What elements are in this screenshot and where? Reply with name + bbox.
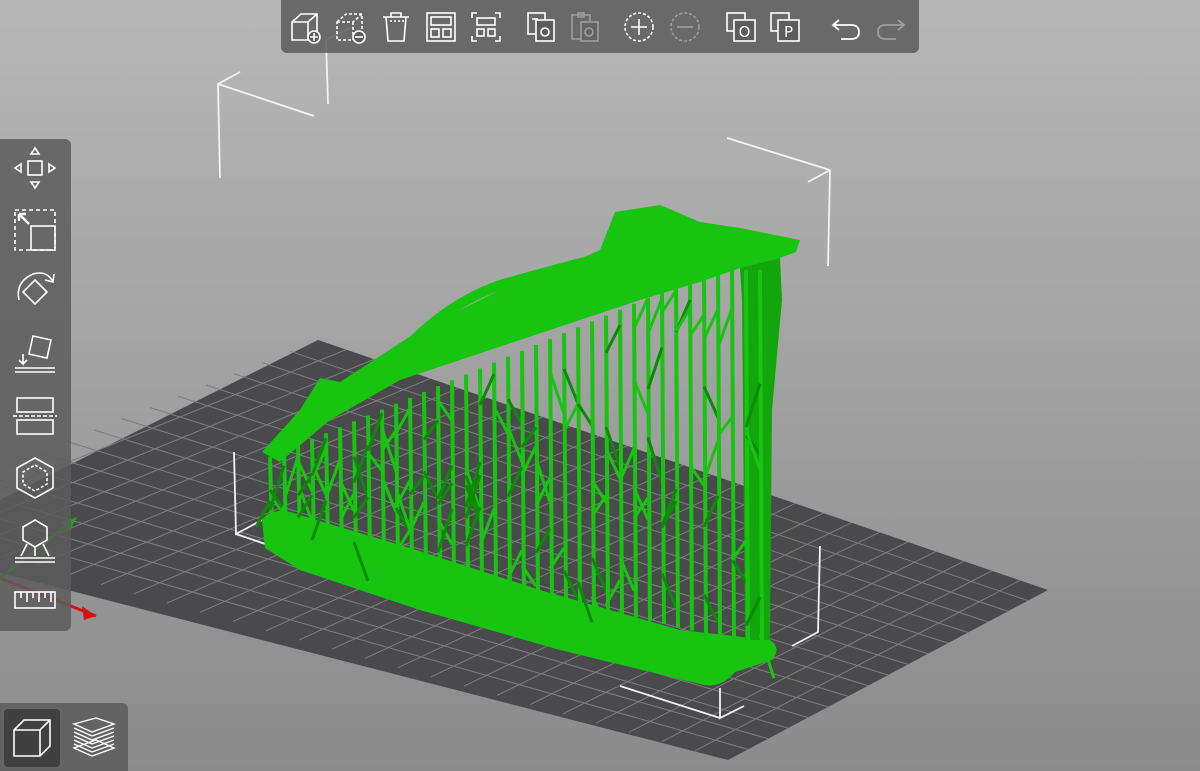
support-pillar xyxy=(674,286,680,628)
paste-button[interactable] xyxy=(567,9,603,45)
sla-support-points-tool-button[interactable] xyxy=(10,515,60,565)
view-toolbar xyxy=(0,703,128,771)
move-tool-button[interactable] xyxy=(10,143,60,193)
sla-support-points-icon xyxy=(15,519,55,563)
place-on-face-tool-button[interactable] xyxy=(10,329,60,379)
left-toolbar xyxy=(0,139,71,631)
arrange-button[interactable] xyxy=(423,9,459,45)
support-pillar xyxy=(758,269,764,648)
arrange-selection-icon xyxy=(471,12,501,42)
support-brace xyxy=(632,297,650,330)
split-objects-icon: O xyxy=(726,12,756,42)
support-pillar xyxy=(604,315,610,611)
support-pillar xyxy=(702,274,708,634)
move-icon xyxy=(13,146,57,190)
support-pillar xyxy=(422,391,428,569)
top-toolbar: O P xyxy=(281,0,919,53)
rotate-icon xyxy=(17,272,55,306)
rotate-tool-button[interactable] xyxy=(10,267,60,317)
split-parts-button[interactable]: P xyxy=(767,9,803,45)
add-button[interactable] xyxy=(288,9,324,45)
support-pillar xyxy=(618,309,624,615)
support-pillar xyxy=(450,380,456,575)
redo-icon xyxy=(877,19,906,40)
support-pillar xyxy=(492,362,498,585)
support-pillar xyxy=(632,303,638,618)
undo-icon xyxy=(831,19,860,40)
support-pillar xyxy=(716,269,722,638)
layers-preview-icon xyxy=(71,717,117,757)
support-pillar xyxy=(576,327,582,605)
delete-all-button[interactable] xyxy=(378,9,414,45)
support-brace xyxy=(660,289,678,313)
measure-icon xyxy=(14,591,56,609)
scale-icon xyxy=(14,209,56,251)
x-axis-arrowhead xyxy=(82,606,96,620)
support-pillar xyxy=(506,356,512,588)
3d-view-button[interactable] xyxy=(4,709,60,767)
preview-button[interactable] xyxy=(66,709,122,767)
support-pillar xyxy=(730,269,736,641)
remove-instance-button[interactable] xyxy=(667,9,703,45)
scale-tool-button[interactable] xyxy=(10,205,60,255)
delete-object-icon xyxy=(336,13,366,44)
add-object-icon xyxy=(291,13,321,44)
support-pillar xyxy=(534,344,540,595)
delete-button[interactable] xyxy=(333,9,369,45)
support-pillar xyxy=(338,427,344,549)
support-pillar xyxy=(310,438,316,542)
place-on-face-icon xyxy=(15,335,55,373)
remove-instance-icon xyxy=(670,12,700,42)
add-instance-icon xyxy=(624,12,654,42)
copy-icon xyxy=(527,12,555,42)
hollow-tool-button[interactable] xyxy=(10,453,60,503)
add-instance-button[interactable] xyxy=(621,9,657,45)
cube-view-icon xyxy=(13,719,51,757)
redo-button[interactable] xyxy=(873,9,909,45)
split-objects-button[interactable]: O xyxy=(723,9,759,45)
support-pillar xyxy=(646,297,652,621)
undo-button[interactable] xyxy=(828,9,864,45)
arrange-selection-button[interactable] xyxy=(468,9,504,45)
split-objects-letter: O xyxy=(739,23,751,41)
hollow-icon xyxy=(16,457,54,499)
copy-button[interactable] xyxy=(523,9,559,45)
cut-icon xyxy=(13,397,57,435)
split-parts-icon: P xyxy=(770,12,800,42)
paste-icon xyxy=(571,12,599,42)
trash-icon xyxy=(383,12,409,42)
support-pillar xyxy=(744,269,750,644)
arrange-icon xyxy=(426,12,456,42)
cut-tool-button[interactable] xyxy=(10,391,60,441)
3d-viewport[interactable] xyxy=(0,0,1200,771)
split-parts-letter: P xyxy=(784,23,793,41)
support-pillar xyxy=(352,421,358,552)
measure-tool-button[interactable] xyxy=(10,575,60,625)
support-pillar xyxy=(366,415,372,555)
